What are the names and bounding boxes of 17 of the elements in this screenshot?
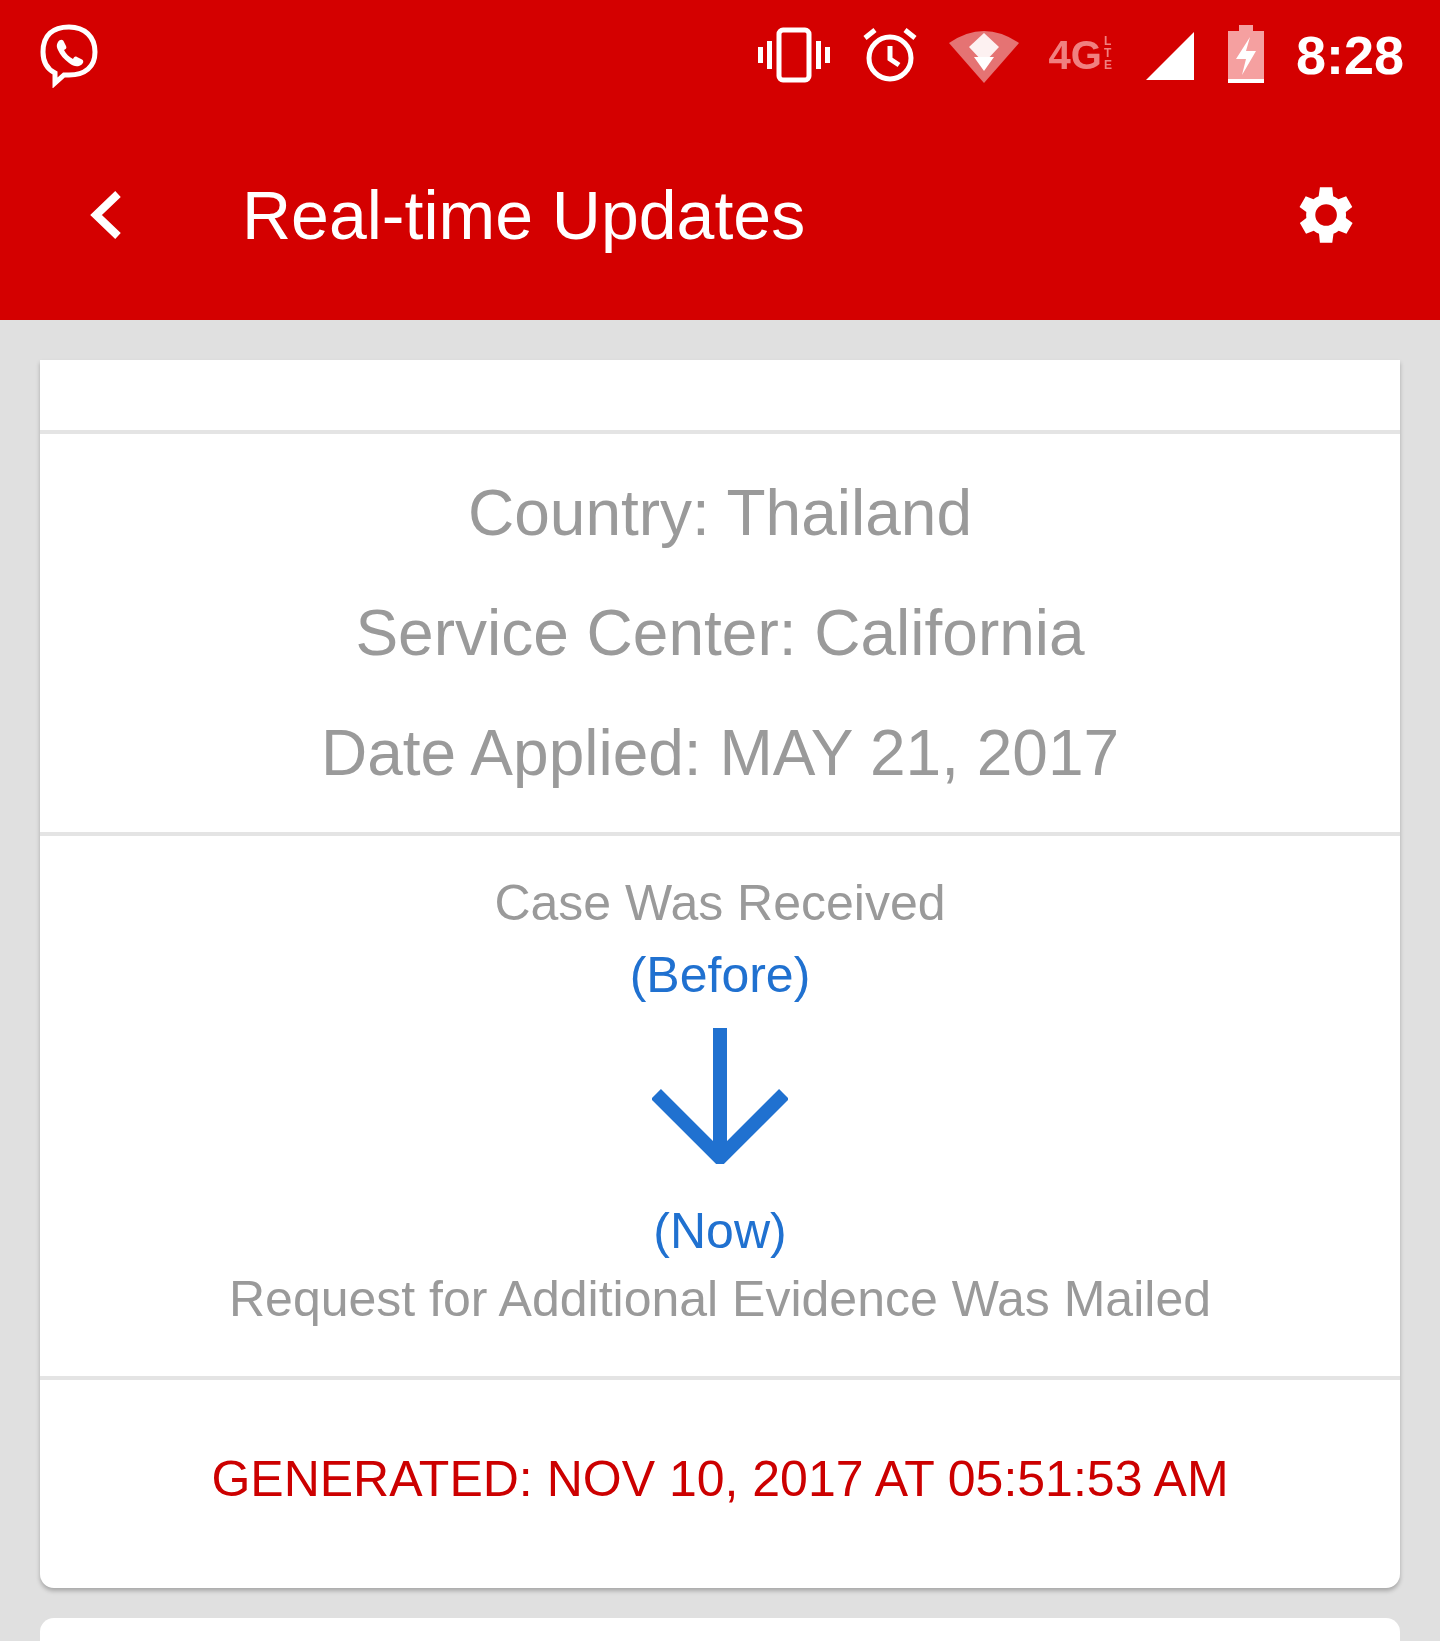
clock-time: 8:28 <box>1295 24 1404 86</box>
screen-title: Real-time Updates <box>242 176 807 254</box>
current-status: Request for Additional Evidence Was Mailed <box>229 1270 1211 1328</box>
case-detail: Service Center: California <box>355 596 1085 670</box>
case-detail: Country: Thailand <box>468 476 972 550</box>
before-label: (Before) <box>629 946 811 1004</box>
down-arrow-icon <box>652 1028 788 1164</box>
network-type-label: 4G <box>1048 35 1102 75</box>
generated-timestamp: GENERATED: NOV 10, 2017 AT 05:51:53 AM <box>210 1450 1230 1509</box>
case-detail: Date Applied: MAY 21, 2017 <box>320 716 1120 790</box>
vibrate-icon <box>756 27 831 83</box>
now-label: (Now) <box>653 1202 787 1260</box>
previous-status: Case Was Received <box>494 874 946 932</box>
lte-label: LTE <box>1103 35 1113 71</box>
back-icon[interactable] <box>90 190 122 240</box>
battery-charging-icon <box>1225 25 1266 85</box>
signal-icon <box>1145 30 1196 80</box>
